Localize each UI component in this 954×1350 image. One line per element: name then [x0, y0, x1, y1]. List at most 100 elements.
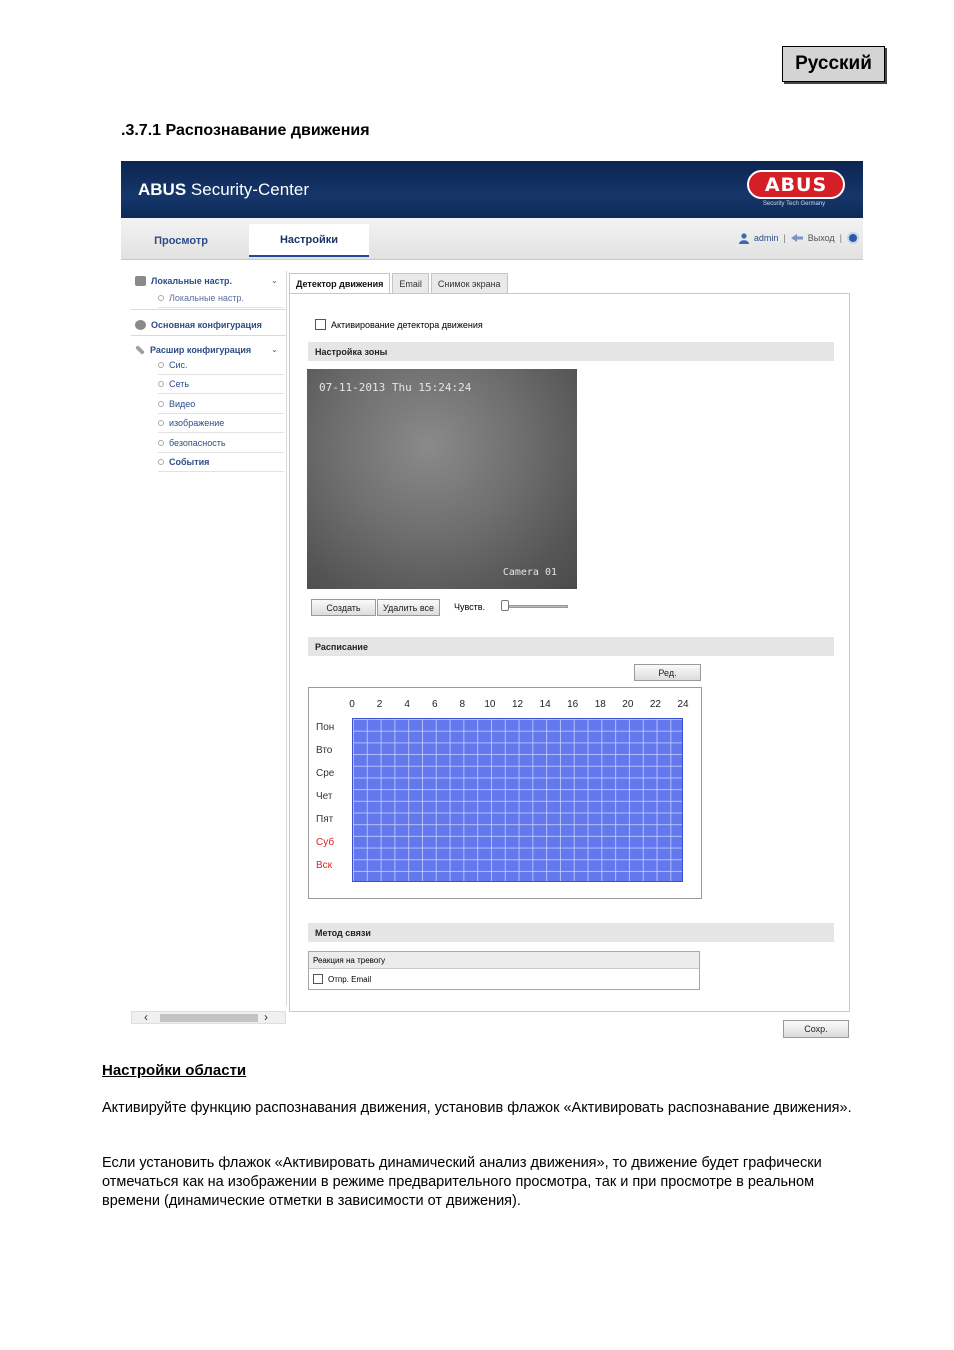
sidebar-item-security[interactable]: безопасность [158, 434, 284, 453]
language-globe-icon[interactable] [847, 232, 859, 244]
bullet-icon [158, 401, 164, 407]
alarm-response-box: Реакция на тревогу Отпр. Email [308, 951, 700, 990]
schedule-section-header: Расписание [308, 637, 834, 656]
sidebar-item-image[interactable]: изображение [158, 414, 284, 433]
bullet-icon [158, 440, 164, 446]
motion-detection-panel: Активирование детектора движения Настрой… [289, 293, 850, 1012]
logout-link[interactable]: Выход [808, 233, 835, 243]
sidebar-item-network[interactable]: Сеть [158, 375, 284, 394]
divider [131, 335, 286, 336]
save-button[interactable]: Сохр. [783, 1020, 849, 1038]
section-heading: .3.7.1 Распознавание движения [121, 122, 370, 139]
doc-subheading: Настройки области [102, 1062, 247, 1079]
schedule-day-label: Чет [316, 791, 333, 802]
sensitivity-slider-thumb[interactable] [501, 600, 509, 611]
bullet-icon [158, 295, 164, 301]
app-screenshot: ABUS Security-Center ABUS Security Tech … [121, 161, 863, 1046]
nav-tab-settings[interactable]: Настройки [249, 224, 369, 257]
schedule-grid[interactable] [352, 718, 683, 882]
video-timestamp: 07-11-2013 Thu 15:24:24 [319, 381, 472, 394]
sidebar-group-local[interactable]: Локальные настр. [135, 273, 232, 289]
enable-motion-label: Активирование детектора движения [331, 319, 483, 330]
nav-tab-preview[interactable]: Просмотр [121, 224, 241, 257]
tab-snapshot[interactable]: Снимок экрана [430, 273, 508, 294]
schedule-day-label: Сре [316, 768, 335, 779]
schedule-day-label: Пят [316, 814, 334, 825]
enable-motion-row: Активирование детектора движения [315, 319, 483, 330]
chevron-down-icon[interactable]: ⌄ [271, 276, 278, 285]
separator: | [783, 233, 786, 243]
schedule-hour-label: 18 [594, 699, 606, 710]
gear-icon [135, 320, 146, 330]
tab-motion-detection[interactable]: Детектор движения [289, 273, 391, 294]
schedule-day-label: Вск [316, 860, 333, 871]
sidebar-group-label: Локальные настр. [151, 276, 233, 286]
sidebar-item-events[interactable]: События [158, 453, 284, 472]
sidebar-item-label: Видео [169, 399, 196, 409]
sidebar: Локальные настр. ⌄ Локальные настр. Осно… [131, 273, 286, 613]
sidebar-item-label: Сис. [169, 360, 188, 370]
language-label: Русский [782, 46, 885, 82]
delete-all-button[interactable]: Удалить все [377, 599, 440, 616]
chevron-down-icon[interactable]: ⌄ [271, 345, 278, 354]
user-menu: admin | Выход | [738, 232, 859, 244]
sidebar-item-system[interactable]: Сис. [158, 356, 284, 375]
schedule-hour-label: 6 [431, 699, 438, 710]
sidebar-item-video[interactable]: Видео [158, 395, 284, 414]
schedule-day-label: Пон [316, 722, 335, 733]
sensitivity-slider[interactable] [503, 605, 568, 608]
scroll-thumb[interactable] [160, 1014, 258, 1022]
content-area: Детектор движения Email Снимок экрана Ак… [289, 273, 850, 1012]
link-method-section-header: Метод связи [308, 923, 834, 942]
scroll-left-icon[interactable]: ‹ [144, 1010, 148, 1024]
zone-section-header: Настройка зоны [308, 342, 834, 361]
doc-paragraph-2: Если установить флажок «Активировать дин… [102, 1155, 822, 1209]
sidebar-item-label: Сеть [169, 379, 190, 389]
bullet-icon [158, 381, 164, 387]
wrench-icon [135, 345, 145, 355]
abus-logo: ABUS Security Tech Germany [744, 169, 846, 209]
content-tabs: Детектор движения Email Снимок экрана [289, 273, 508, 294]
enable-motion-checkbox[interactable] [315, 319, 326, 330]
alarm-response-header: Реакция на тревогу [309, 952, 699, 969]
camera-preview[interactable]: 07-11-2013 Thu 15:24:24 Camera 01 [307, 369, 577, 589]
edit-schedule-button[interactable]: Ред. [634, 664, 701, 681]
schedule-hour-label: 20 [622, 699, 634, 710]
bullet-icon [158, 420, 164, 426]
schedule-hour-label: 14 [539, 699, 551, 710]
video-camera-label: Camera 01 [502, 567, 557, 578]
username[interactable]: admin [754, 233, 779, 243]
sidebar-item-label: изображение [169, 418, 225, 428]
scroll-right-icon[interactable]: › [264, 1010, 268, 1024]
send-email-label: Отпр. Email [328, 974, 372, 984]
logo-text: ABUS [747, 170, 845, 199]
create-button[interactable]: Создать [311, 599, 376, 616]
divider [131, 309, 286, 310]
doc-paragraph-1: Активируйте функцию распознавания движен… [102, 1100, 852, 1116]
schedule-hour-label: 4 [404, 699, 410, 710]
schedule-day-label: Суб [316, 837, 335, 848]
sidebar-scrollbar[interactable]: ‹ › [131, 1010, 286, 1024]
sidebar-item-label: События [169, 457, 210, 467]
send-email-row: Отпр. Email [313, 974, 371, 984]
schedule-hour-label: 10 [484, 699, 496, 710]
monitor-icon [135, 276, 146, 286]
sidebar-item-local-settings[interactable]: Локальные настр. [158, 289, 284, 308]
sidebar-border [286, 271, 287, 1006]
schedule-day-label: Вто [316, 745, 333, 756]
send-email-checkbox[interactable] [313, 974, 323, 984]
schedule-grid-box: 0 2 4 6 8 10 12 14 16 18 20 22 24 Пон Вто Сре Чет Пят Суб В… [308, 687, 702, 899]
sidebar-group-basic-config[interactable]: Основная конфигурация [135, 317, 262, 333]
schedule-hour-label: 12 [511, 699, 524, 710]
schedule-hour-label: 8 [459, 699, 466, 710]
user-icon [738, 232, 749, 244]
tab-email[interactable]: Email [392, 273, 429, 294]
logout-icon [790, 234, 803, 242]
sidebar-item-label: безопасность [169, 438, 226, 448]
app-title: ABUS Security-Center [138, 180, 309, 199]
schedule-hour-label: 22 [649, 699, 661, 710]
sidebar-group-label: Основная конфигурация [151, 320, 262, 330]
separator: | [839, 233, 842, 243]
schedule-hour-label: 16 [567, 699, 579, 710]
main-nav: Просмотр Настройки admin | Выход | [121, 218, 863, 260]
